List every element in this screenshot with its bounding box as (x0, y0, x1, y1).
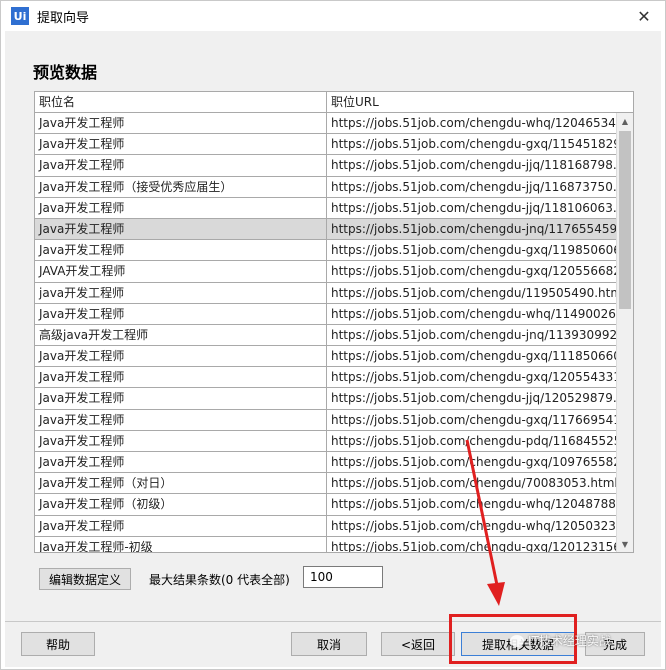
job-url-cell[interactable]: https://jobs.51job.com/chengdu-whq/12048… (327, 494, 617, 514)
job-name-cell[interactable]: Java开发工程师 (35, 367, 327, 388)
table-row[interactable]: java开发工程师 https://jobs.51job.com/chengdu/… (35, 282, 617, 304)
job-name-cell[interactable]: Java开发工程师 (35, 197, 327, 218)
job-name-cell[interactable]: Java开发工程师 (35, 218, 327, 240)
job-url-cell[interactable]: https://jobs.51job.com/chengdu-gxq/11185… (327, 346, 617, 366)
table-row[interactable]: Java开发工程师-初级 https://jobs.51job.com/cheng… (35, 536, 617, 552)
job-name-cell[interactable]: Java开发工程师 (35, 303, 327, 324)
table-row[interactable]: Java开发工程师 https://jobs.51job.com/chengdu-… (35, 134, 617, 156)
title-bar: Ui 提取向导 ✕ (1, 1, 665, 31)
job-name-cell[interactable]: Java开发工程师 (35, 430, 327, 451)
job-url-cell[interactable]: https://jobs.51job.com/chengdu-gxq/11545… (327, 134, 617, 154)
job-url-cell[interactable]: https://jobs.51job.com/chengdu-gxq/11985… (327, 240, 617, 260)
job-name-cell[interactable]: JAVA开发工程师 (35, 261, 327, 282)
job-url-cell[interactable]: https://jobs.51job.com/chengdu-whq/11490… (327, 304, 617, 324)
job-url-cell[interactable]: https://jobs.51job.com/chengdu-gxq/12055… (327, 261, 617, 281)
job-name-cell[interactable]: Java开发工程师 (35, 113, 327, 134)
table-row[interactable]: Java开发工程师 https://jobs.51job.com/chengdu-… (35, 515, 617, 537)
table-row[interactable]: Java开发工程师 https://jobs.51job.com/chengdu-… (35, 388, 617, 410)
job-name-cell[interactable]: Java开发工程师 (35, 346, 327, 367)
job-url-cell[interactable]: https://jobs.51job.com/chengdu-gxq/11766… (327, 410, 617, 430)
table-row[interactable]: Java开发工程师（对日） https://jobs.51job.com/chen… (35, 473, 617, 495)
job-url-cell[interactable]: https://jobs.51job.com/chengdu-jjq/11810… (327, 198, 617, 218)
table-row[interactable]: Java开发工程师 https://jobs.51job.com/chengdu-… (35, 452, 617, 474)
max-results-label: 最大结果条数(0 代表全部) (149, 573, 290, 587)
table-row[interactable]: Java开发工程师 https://jobs.51job.com/chengdu-… (35, 113, 617, 135)
scrollbar-thumb[interactable] (619, 131, 631, 309)
preview-data-grid[interactable]: 职位名 职位URL Java开发工程师 https://jobs.51job.co… (34, 91, 634, 553)
cancel-button[interactable]: 取消 (291, 632, 367, 656)
close-button[interactable]: ✕ (633, 5, 655, 27)
watermark-text: IT技术经理实战 (528, 634, 611, 648)
job-url-cell[interactable]: https://jobs.51job.com/chengdu-whq/12050… (327, 516, 617, 536)
job-name-cell[interactable]: Java开发工程师 (35, 155, 327, 176)
window-title: 提取向导 (37, 10, 90, 26)
table-row[interactable]: Java开发工程师 https://jobs.51job.com/chengdu-… (35, 197, 617, 219)
job-name-cell[interactable]: Java开发工程师 (35, 515, 327, 536)
close-icon: ✕ (637, 6, 651, 26)
job-name-cell[interactable]: 高级java开发工程师 (35, 324, 327, 346)
job-url-cell[interactable]: https://jobs.51job.com/chengdu-gxq/12055… (327, 367, 617, 387)
back-button[interactable]: <返回 (381, 632, 455, 656)
vertical-scrollbar[interactable]: ▲ ▼ (616, 113, 633, 552)
job-url-cell[interactable]: https://jobs.51job.com/chengdu-jnq/11765… (327, 219, 617, 239)
job-name-cell[interactable]: Java开发工程师 (35, 134, 327, 155)
extract-wizard-window: Ui 提取向导 ✕ 预览数据 职位名 职位URL Java开发工程师 https:… (0, 0, 666, 670)
job-name-cell[interactable]: java开发工程师 (35, 282, 327, 303)
max-results-input[interactable]: 100 (303, 566, 383, 588)
grid-header: 职位名 职位URL (35, 92, 633, 113)
job-name-cell[interactable]: Java开发工程师（对日） (35, 473, 327, 494)
section-title: 预览数据 (33, 63, 98, 82)
job-name-cell[interactable]: Java开发工程师 (35, 452, 327, 473)
scroll-down-icon[interactable]: ▼ (617, 536, 633, 552)
table-row[interactable]: Java开发工程师 https://jobs.51job.com/chengdu-… (35, 240, 617, 262)
table-row[interactable]: JAVA开发工程师 https://jobs.51job.com/chengdu-… (35, 261, 617, 283)
job-url-cell[interactable]: https://jobs.51job.com/chengdu-jjq/11816… (327, 155, 617, 175)
job-name-cell[interactable]: Java开发工程师 (35, 240, 327, 261)
job-url-cell[interactable]: https://jobs.51job.com/chengdu-gxq/12012… (327, 537, 617, 552)
job-url-cell[interactable]: https://jobs.51job.com/chengdu-jjq/12052… (327, 388, 617, 408)
table-row[interactable]: Java开发工程师 https://jobs.51job.com/chengdu-… (35, 303, 617, 325)
job-name-cell[interactable]: Java开发工程师 (35, 409, 327, 430)
job-url-cell[interactable]: https://jobs.51job.com/chengdu-whq/12046… (327, 113, 617, 133)
table-row[interactable]: Java开发工程师 https://jobs.51job.com/chengdu-… (35, 430, 617, 452)
job-url-cell[interactable]: https://jobs.51job.com/chengdu-jnq/11393… (327, 325, 617, 345)
table-row[interactable]: Java开发工程师（接受优秀应届生） https://jobs.51job.com… (35, 176, 617, 198)
job-url-cell[interactable]: https://jobs.51job.com/chengdu/119505490… (327, 283, 617, 303)
scroll-up-icon[interactable]: ▲ (617, 113, 633, 129)
job-url-cell[interactable]: https://jobs.51job.com/chengdu-pdq/11684… (327, 431, 617, 451)
table-row[interactable]: Java开发工程师（初级） https://jobs.51job.com/chen… (35, 494, 617, 516)
column-header-job-url[interactable]: 职位URL (327, 92, 617, 112)
job-url-cell[interactable]: https://jobs.51job.com/chengdu/70083053.… (327, 473, 617, 493)
help-button[interactable]: 帮助 (21, 632, 95, 656)
job-name-cell[interactable]: Java开发工程师（初级） (35, 494, 327, 515)
table-row[interactable]: 高级java开发工程师 https://jobs.51job.com/chengd… (35, 324, 617, 347)
grid-rows: Java开发工程师 https://jobs.51job.com/chengdu-… (35, 113, 617, 552)
job-url-cell[interactable]: https://jobs.51job.com/chengdu-jjq/11687… (327, 177, 617, 197)
watermark: IT技术经理实战 (510, 632, 611, 649)
job-name-cell[interactable]: Java开发工程师（接受优秀应届生） (35, 176, 327, 197)
dialog-content: 预览数据 职位名 职位URL Java开发工程师 https://jobs.51j… (5, 31, 661, 667)
table-row[interactable]: Java开发工程师 https://jobs.51job.com/chengdu-… (35, 155, 617, 177)
job-name-cell[interactable]: Java开发工程师-初级 (35, 536, 327, 552)
table-row[interactable]: Java开发工程师 https://jobs.51job.com/chengdu-… (35, 409, 617, 431)
table-row[interactable]: Java开发工程师 https://jobs.51job.com/chengdu-… (35, 367, 617, 389)
job-name-cell[interactable]: Java开发工程师 (35, 388, 327, 409)
table-row[interactable]: Java开发工程师 https://jobs.51job.com/chengdu-… (35, 218, 617, 241)
wechat-icon (510, 634, 524, 647)
uipath-app-icon: Ui (11, 7, 29, 25)
table-row[interactable]: Java开发工程师 https://jobs.51job.com/chengdu-… (35, 346, 617, 368)
edit-data-definition-button[interactable]: 编辑数据定义 (39, 568, 131, 590)
job-url-cell[interactable]: https://jobs.51job.com/chengdu-gxq/10976… (327, 452, 617, 472)
column-header-job-name[interactable]: 职位名 (35, 92, 327, 112)
